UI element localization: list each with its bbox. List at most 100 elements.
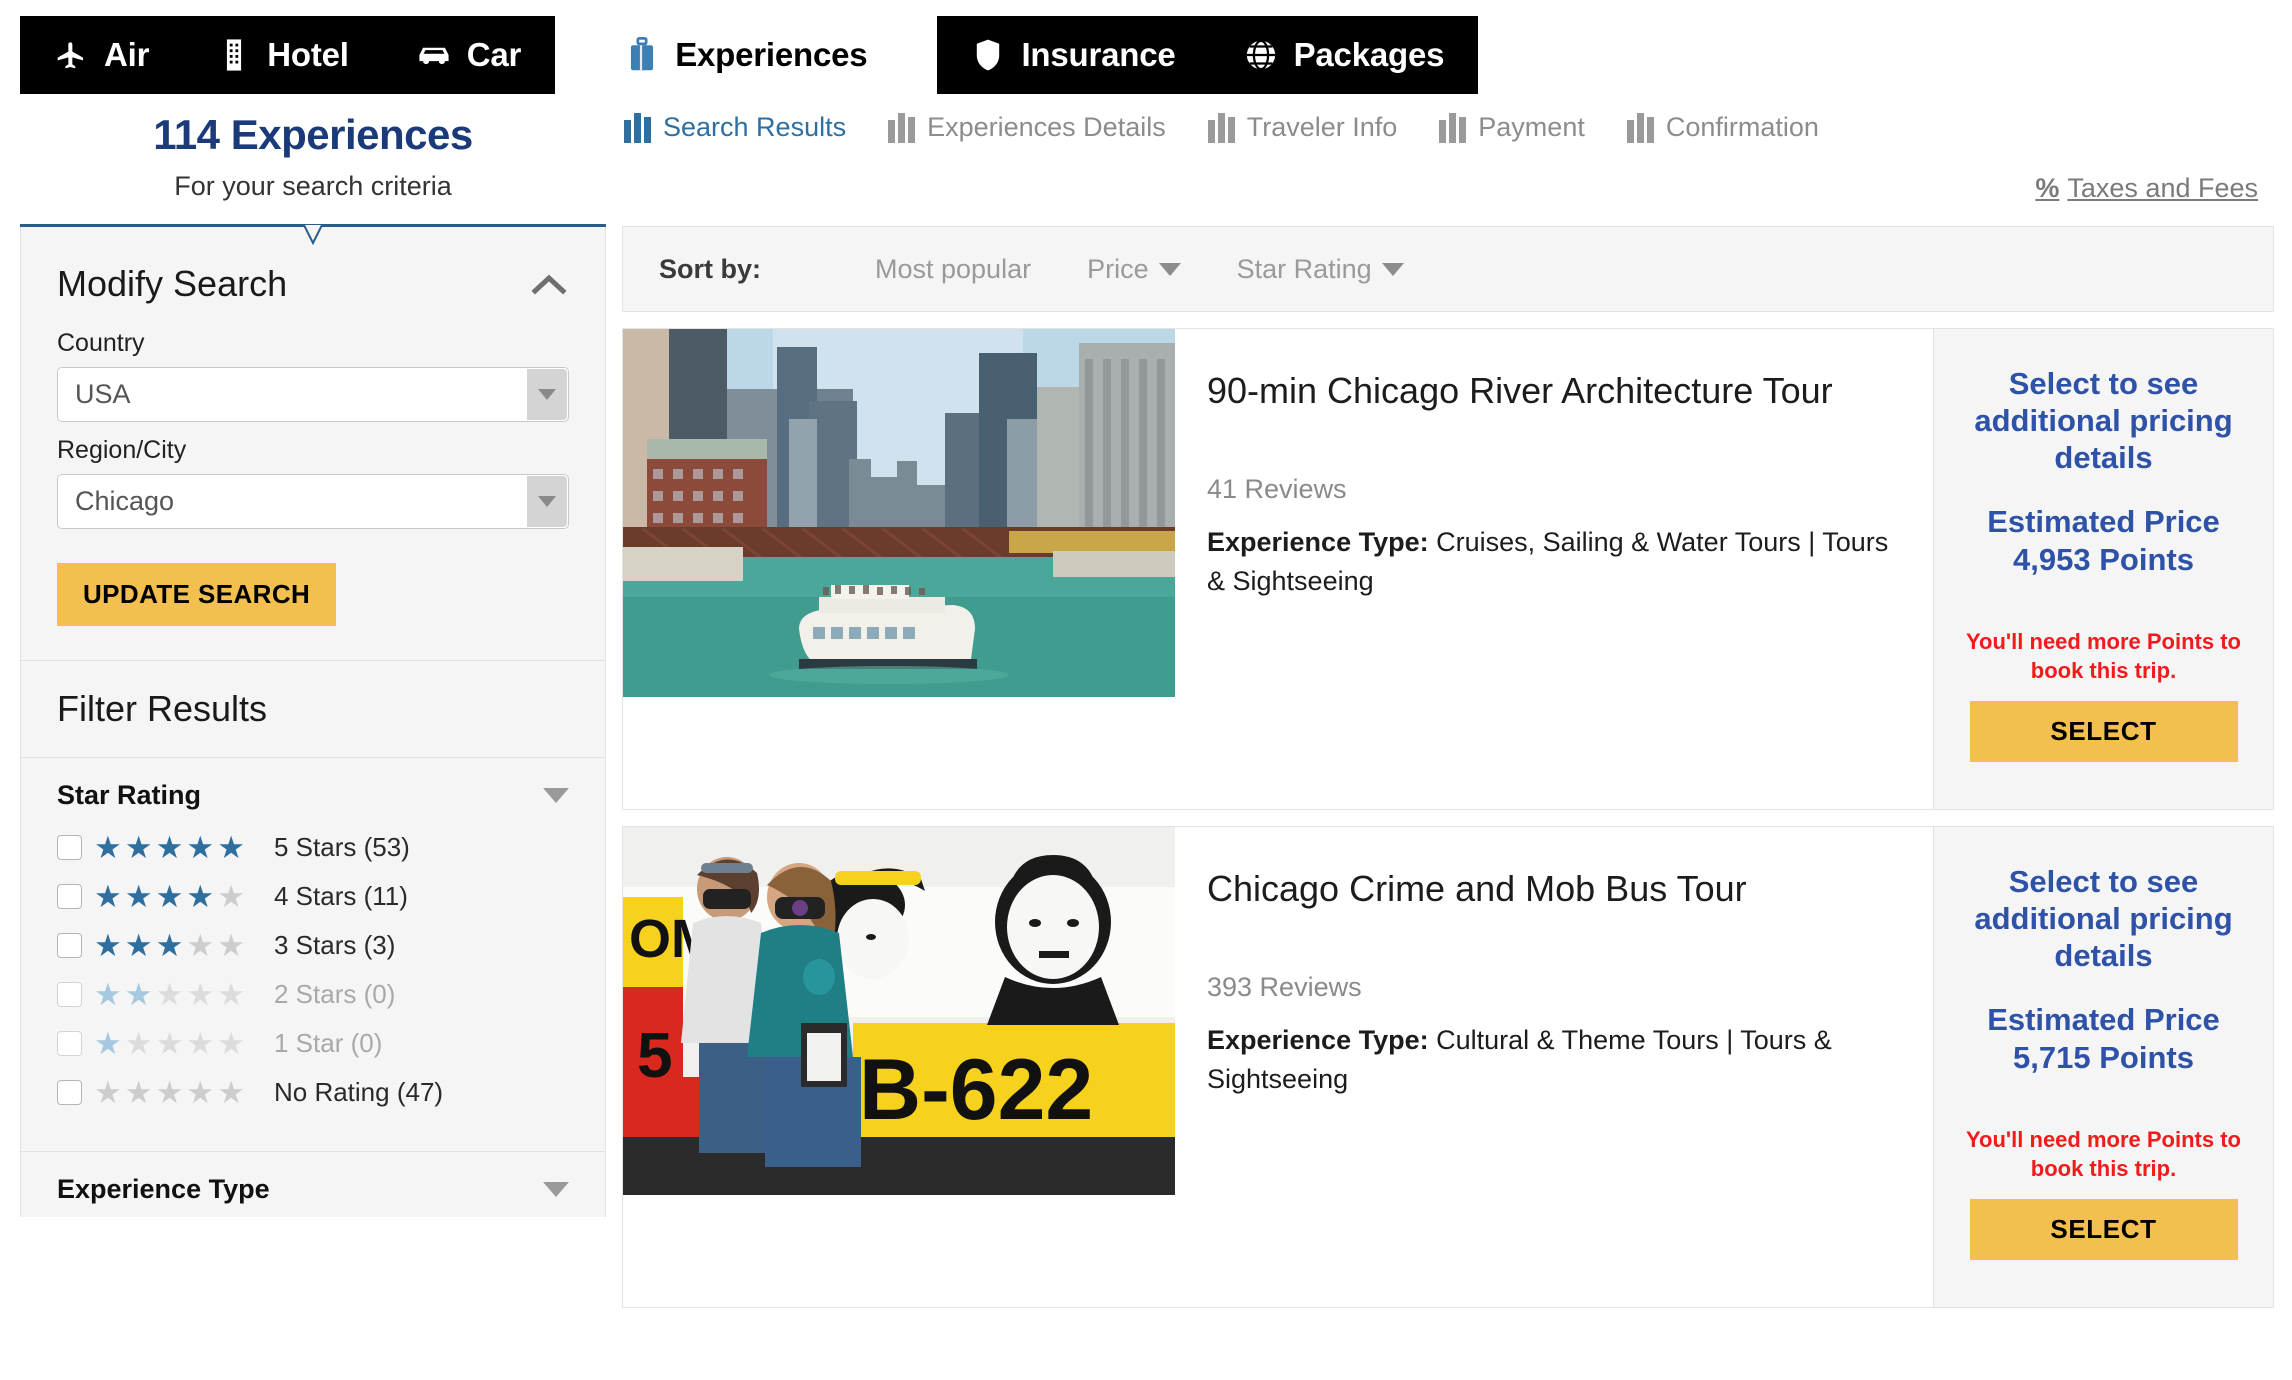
experience-type-label: Experience Type: <box>1207 527 1429 557</box>
pricing-details-prompt: Select to see additional pricing details <box>1956 365 2251 477</box>
step-confirmation[interactable]: Confirmation <box>1627 112 1861 143</box>
bars-icon <box>888 113 915 143</box>
star-filter-row-1[interactable]: ★★★★★4 Stars (11) <box>21 872 605 921</box>
result-title[interactable]: Chicago Crime and Mob Bus Tour <box>1207 867 1903 910</box>
nav-item-air[interactable]: Air <box>20 16 183 94</box>
star-icon: ★ <box>125 1077 153 1108</box>
star-filter-label: 4 Stars (11) <box>274 881 408 912</box>
triangle-down-icon[interactable] <box>1159 263 1181 276</box>
star-icon: ★ <box>156 832 184 863</box>
star-filter-row-3[interactable]: ★★★★★2 Stars (0) <box>21 970 605 1019</box>
sort-option-most-popular[interactable]: Most popular <box>875 254 1031 285</box>
triangle-down-icon[interactable] <box>543 788 569 803</box>
svg-text:B-622: B-622 <box>859 1042 1093 1138</box>
result-details: Chicago Crime and Mob Bus Tour393 Review… <box>1175 827 1933 1307</box>
result-pricing-panel: Select to see additional pricing details… <box>1933 329 2273 809</box>
nav-label-car: Car <box>467 36 521 74</box>
chevron-down-icon-country[interactable] <box>527 369 567 420</box>
experience-type-label: Experience Type: <box>1207 1025 1429 1055</box>
chevron-up-icon[interactable] <box>529 271 569 297</box>
result-card[interactable]: 90-min Chicago River Architecture Tour41… <box>622 328 2274 810</box>
star-filter-checkbox[interactable] <box>57 1080 82 1105</box>
sort-option-label: Price <box>1087 254 1149 285</box>
star-filter-checkbox[interactable] <box>57 1031 82 1056</box>
star-icon: ★ <box>217 930 245 961</box>
globe-icon <box>1244 35 1278 75</box>
star-filter-label: 1 Star (0) <box>274 1028 382 1059</box>
country-value: USA <box>58 379 131 410</box>
percent-icon: % <box>2035 173 2059 204</box>
star-icons: ★★★★★ <box>94 832 245 863</box>
sort-bar: Sort by: Most popular Price Star Rating <box>622 226 2274 312</box>
airplane-icon <box>54 35 88 75</box>
taxes-and-fees-link[interactable]: % Taxes and Fees <box>622 143 2274 204</box>
star-filter-label: 3 Stars (3) <box>274 930 395 961</box>
star-filter-checkbox[interactable] <box>57 884 82 909</box>
star-icons: ★★★★★ <box>94 1028 245 1059</box>
nav-item-car[interactable]: Car <box>383 16 555 94</box>
sort-option-star-rating[interactable]: Star Rating <box>1237 254 1404 285</box>
result-thumbnail[interactable] <box>623 329 1175 809</box>
estimated-price-value: 5,715 Points <box>2013 1040 2194 1075</box>
country-label: Country <box>21 315 605 367</box>
star-icons: ★★★★★ <box>94 1077 245 1108</box>
nav-gap-2 <box>901 16 937 94</box>
triangle-down-icon[interactable] <box>1382 263 1404 276</box>
results-list: 90-min Chicago River Architecture Tour41… <box>622 328 2274 1308</box>
region-select[interactable]: Chicago <box>57 474 569 529</box>
star-filter-checkbox[interactable] <box>57 835 82 860</box>
star-icon: ★ <box>156 1077 184 1108</box>
star-filter-row-4[interactable]: ★★★★★ 1 Star (0) <box>21 1019 605 1068</box>
region-label: Region/City <box>21 422 605 474</box>
select-button[interactable]: SELECT <box>1970 701 2238 762</box>
bars-icon <box>1439 113 1466 143</box>
star-filter-row-2[interactable]: ★★★★★3 Stars (3) <box>21 921 605 970</box>
star-icon: ★ <box>186 1077 214 1108</box>
nav-item-packages[interactable]: Packages <box>1210 16 1479 94</box>
star-filter-row-5[interactable]: ★★★★★No Rating (47) <box>21 1068 605 1117</box>
nav-item-hotel[interactable]: Hotel <box>183 16 383 94</box>
star-icon: ★ <box>156 1028 184 1059</box>
page-title: 114 Experiences <box>20 112 606 158</box>
select-button[interactable]: SELECT <box>1970 1199 2238 1260</box>
step-search-results[interactable]: Search Results <box>624 112 888 143</box>
region-field-row: Chicago <box>21 474 605 529</box>
sort-by-label: Sort by: <box>623 254 875 285</box>
star-filter-checkbox[interactable] <box>57 933 82 958</box>
estimated-price: Estimated Price4,953 Points <box>1987 503 2220 581</box>
result-thumbnail[interactable]: OM 5 B-622 <box>623 827 1175 1307</box>
star-icon: ★ <box>186 1028 214 1059</box>
star-filter-checkbox[interactable] <box>57 982 82 1007</box>
experience-type-section-header[interactable]: Experience Type <box>21 1152 605 1217</box>
bars-icon <box>624 113 651 143</box>
car-icon <box>417 35 451 75</box>
main-content: Search ResultsExperiences DetailsTravele… <box>622 112 2274 1308</box>
modify-search-title: Modify Search <box>57 263 287 305</box>
step-experiences-details[interactable]: Experiences Details <box>888 112 1208 143</box>
star-icon: ★ <box>94 979 122 1010</box>
update-search-button[interactable]: UPDATE SEARCH <box>57 563 336 626</box>
estimated-price-label: Estimated Price <box>1987 1002 2220 1037</box>
chevron-down-icon-region[interactable] <box>527 476 567 527</box>
result-card[interactable]: OM 5 B-622 <box>622 826 2274 1308</box>
star-icon: ★ <box>217 881 245 912</box>
result-title[interactable]: 90-min Chicago River Architecture Tour <box>1207 369 1903 412</box>
nav-label-hotel: Hotel <box>267 36 349 74</box>
step-traveler-info[interactable]: Traveler Info <box>1208 112 1440 143</box>
bars-icon <box>1627 113 1654 143</box>
star-icon: ★ <box>125 881 153 912</box>
estimated-price-value: 4,953 Points <box>2013 542 2194 577</box>
country-select[interactable]: USA <box>57 367 569 422</box>
chicago-river-cruise-photo <box>623 329 1175 697</box>
bars-icon <box>1208 113 1235 143</box>
star-icon: ★ <box>217 1028 245 1059</box>
sidebar: 114 Experiences For your search criteria… <box>20 112 606 1217</box>
triangle-down-icon[interactable] <box>543 1182 569 1197</box>
nav-item-insurance[interactable]: Insurance <box>937 16 1209 94</box>
sort-option-price[interactable]: Price <box>1087 254 1181 285</box>
star-filter-row-0[interactable]: ★★★★★5 Stars (53) <box>21 823 605 872</box>
step-payment[interactable]: Payment <box>1439 112 1627 143</box>
star-icon: ★ <box>94 930 122 961</box>
star-rating-section-header[interactable]: Star Rating <box>21 758 605 823</box>
nav-item-experiences[interactable]: Experiences <box>591 16 901 94</box>
